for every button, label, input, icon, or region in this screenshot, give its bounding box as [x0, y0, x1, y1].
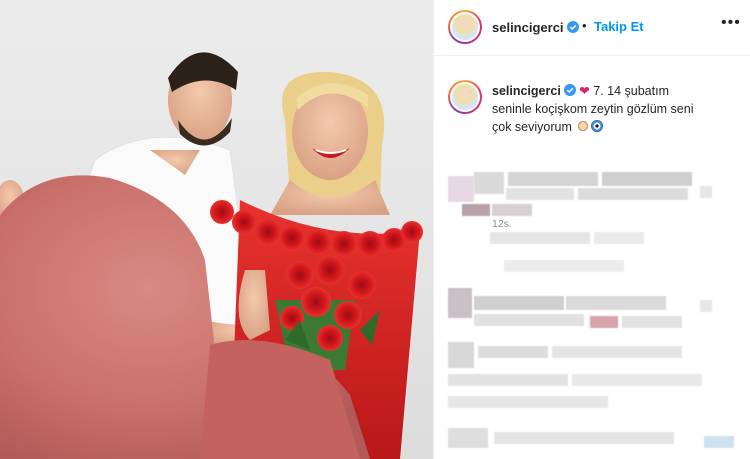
blurred-text — [492, 204, 532, 216]
evil-eye-icon — [591, 120, 604, 132]
caption-text: selincigerci ❤ 7. 14 şubatım seninle koç… — [492, 82, 742, 136]
blurred-text — [602, 172, 692, 186]
caption-username[interactable]: selincigerci — [492, 84, 561, 98]
blurred-text — [704, 436, 734, 448]
blurred-text — [448, 396, 608, 408]
photo-illustration — [0, 52, 423, 459]
user-avatar[interactable] — [448, 10, 482, 44]
praying-hands-icon — [577, 120, 590, 132]
post-side-panel: selincigerci • Takip Et ••• selincigerci… — [433, 0, 750, 459]
separator-dot: • — [582, 18, 587, 33]
blurred-text — [578, 188, 688, 200]
blurred-text — [622, 316, 682, 328]
red-heart-icon: ❤ — [579, 84, 590, 98]
post-photo[interactable] — [0, 0, 433, 459]
caption-line-1: 7. 14 şubatım — [593, 84, 669, 98]
blurred-avatar — [448, 342, 474, 368]
caption-avatar[interactable] — [448, 80, 482, 114]
blurred-avatar — [448, 176, 474, 202]
caption-line-2: seninle koçişkom zeytin gözlüm seni — [492, 102, 694, 116]
more-options-icon[interactable]: ••• — [721, 14, 741, 32]
blurred-avatar — [448, 288, 472, 318]
caption-block: selincigerci ❤ 7. 14 şubatım seninle koç… — [434, 70, 750, 230]
caption-timestamp: 12s. — [492, 218, 512, 230]
verified-badge-icon — [563, 84, 576, 96]
post-header: selincigerci • Takip Et ••• — [434, 0, 750, 56]
blurred-avatar — [448, 428, 488, 448]
blurred-text — [474, 296, 564, 310]
caption-line-3: çok seviyorum — [492, 120, 572, 134]
blurred-text — [494, 432, 674, 444]
blurred-text — [474, 314, 584, 326]
blurred-text — [490, 232, 590, 244]
blurred-text — [478, 346, 548, 358]
verified-badge-icon — [566, 21, 579, 33]
blurred-text — [462, 204, 490, 216]
blurred-text — [566, 296, 666, 310]
blurred-text — [448, 374, 568, 386]
blurred-text — [590, 316, 618, 328]
blurred-like-icon — [700, 186, 712, 198]
blurred-text — [508, 172, 598, 186]
header-username[interactable]: selincigerci — [492, 20, 564, 35]
follow-button[interactable]: Takip Et — [594, 19, 644, 34]
blurred-text — [572, 374, 702, 386]
blurred-text — [594, 232, 644, 244]
blurred-text — [474, 172, 504, 194]
blurred-text — [504, 260, 624, 272]
blurred-text — [552, 346, 682, 358]
blurred-text — [506, 188, 574, 200]
blurred-like-icon — [700, 300, 712, 312]
header-username-row: selincigerci — [492, 19, 579, 37]
